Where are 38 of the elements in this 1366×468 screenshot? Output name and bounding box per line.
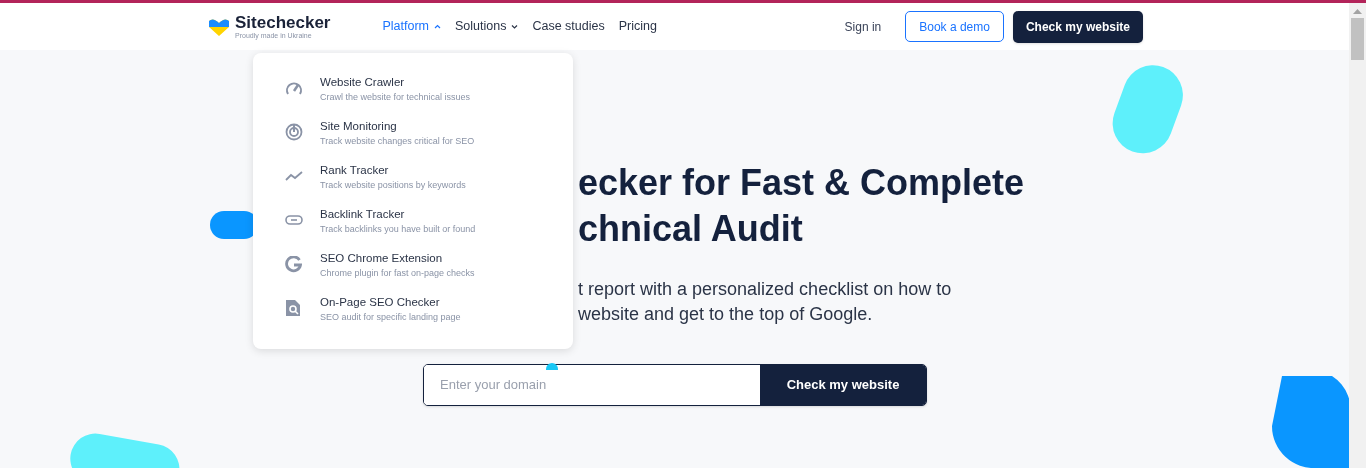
menu-item-description: Track backlinks you have built or found (320, 222, 476, 235)
menu-item-description: SEO audit for specific landing page (320, 310, 461, 323)
menu-item-title[interactable]: SEO Chrome Extension (320, 249, 475, 266)
menu-item-description: Track website positions by keywords (320, 178, 466, 191)
check-website-button[interactable]: Check my website (760, 365, 926, 405)
sign-in-link[interactable]: Sign in (844, 17, 882, 36)
scroll-up-icon[interactable] (1353, 9, 1362, 14)
menu-item-title[interactable]: On-Page SEO Checker (320, 293, 461, 310)
logo-text[interactable]: Sitechecker (235, 14, 331, 31)
menu-item-description: Chrome plugin for fast on-page checks (320, 266, 475, 279)
scrollbar-thumb[interactable] (1351, 18, 1364, 60)
nav-link[interactable]: Solutions (455, 17, 519, 36)
caret-icon (434, 24, 441, 29)
menu-item-title[interactable]: Rank Tracker (320, 161, 466, 178)
heart-logo-icon (207, 16, 231, 37)
hero-heading-line: chnical Audit (578, 207, 803, 251)
trend-line-icon (285, 171, 303, 181)
menu-item-title[interactable]: Website Crawler (320, 73, 471, 90)
scrollbar[interactable] (1349, 3, 1366, 468)
document-search-icon (285, 299, 301, 317)
book-demo-button[interactable]: Book a demo (905, 11, 1004, 42)
nav-link[interactable]: Pricing (618, 17, 657, 36)
gauge-icon (285, 80, 303, 96)
menu-item-title[interactable]: Site Monitoring (320, 117, 475, 134)
nav-link[interactable]: Case studies (532, 17, 605, 36)
google-g-icon (285, 255, 302, 273)
menu-item-description: Track website changes critical for SEO (320, 134, 475, 147)
link-icon (285, 215, 303, 225)
menu-item-title[interactable]: Backlink Tracker (320, 205, 476, 222)
domain-input-field[interactable]: Enter your domain Check my website (423, 364, 927, 406)
check-website-button[interactable]: Check my website (1012, 10, 1143, 43)
hero-heading-line: ecker for Fast & Complete (578, 161, 1025, 205)
caret-icon (511, 24, 519, 29)
nav-link[interactable]: Platform (382, 17, 441, 36)
hero-subtitle-line: t report with a personalized checklist on how to (578, 278, 952, 301)
menu-item-description: Crawl the website for technical issues (320, 90, 471, 103)
radar-icon (285, 123, 303, 141)
hero-subtitle-line: website and get to the top of Google. (578, 303, 873, 326)
